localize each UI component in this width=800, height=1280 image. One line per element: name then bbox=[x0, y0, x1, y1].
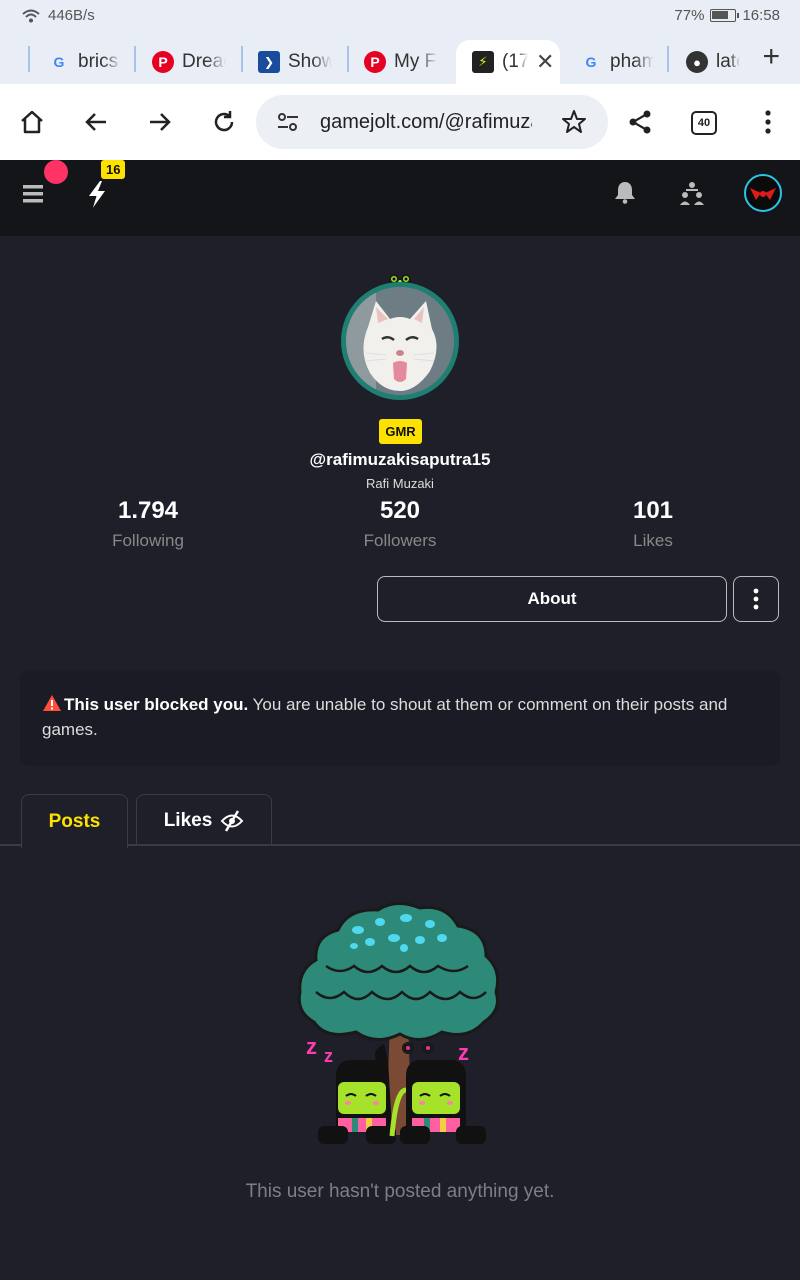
browser-tab[interactable]: P Dreac bbox=[134, 40, 242, 84]
tab-title: Dreac bbox=[182, 51, 226, 72]
google-icon: G bbox=[585, 54, 597, 70]
more-vertical-icon bbox=[753, 588, 759, 610]
close-tab-icon[interactable]: ✕ bbox=[536, 49, 554, 75]
profile-display-name: Rafi Muzaki bbox=[366, 476, 434, 491]
sleeping-characters-illustration: z z z bbox=[297, 902, 500, 1144]
google-icon: G bbox=[53, 54, 65, 70]
bookmark-star-icon[interactable] bbox=[561, 109, 587, 135]
bell-icon[interactable] bbox=[614, 180, 636, 204]
tab-title: brics bbox=[78, 51, 119, 72]
address-bar[interactable]: gamejolt.com/@rafimuzakisaputra15 bbox=[256, 95, 608, 149]
tab-posts[interactable]: Posts bbox=[21, 794, 128, 848]
hamburger-menu-icon[interactable] bbox=[22, 183, 44, 205]
user-avatar[interactable] bbox=[744, 174, 782, 212]
globe-icon: ● bbox=[686, 51, 708, 73]
stat-likes[interactable]: 101 Likes bbox=[553, 497, 753, 551]
new-tab-button[interactable]: + bbox=[762, 42, 780, 72]
browser-toolbar: gamejolt.com/@rafimuzakisaputra15 40 bbox=[0, 84, 800, 160]
stat-followers[interactable]: 520 Followers bbox=[300, 497, 500, 551]
back-icon[interactable] bbox=[78, 104, 114, 140]
tab-title: pham bbox=[610, 51, 654, 72]
stat-value: 520 bbox=[379, 497, 421, 524]
profile-avatar[interactable] bbox=[341, 282, 459, 400]
network-speed: 446B/s bbox=[48, 7, 95, 24]
blocked-notice-title: This user blocked you. bbox=[64, 695, 249, 714]
pinterest-icon: P bbox=[364, 51, 386, 73]
browser-tab[interactable]: P My Fe bbox=[346, 40, 454, 84]
content-tabs: Posts Likes bbox=[0, 794, 800, 848]
tab-title: late bbox=[716, 51, 740, 72]
status-bar: 446B/s 77% 16:58 bbox=[0, 0, 800, 32]
stat-label: Followers bbox=[363, 531, 437, 550]
stat-value: 1.794 bbox=[117, 497, 179, 524]
browser-tab-active[interactable]: ⚡ (17 ✕ bbox=[456, 40, 560, 84]
url-text: gamejolt.com/@rafimuzakisaputra15 bbox=[320, 111, 532, 133]
gamejolt-logo-icon[interactable] bbox=[84, 180, 110, 210]
notification-dot bbox=[44, 160, 68, 184]
about-button[interactable]: About bbox=[377, 576, 727, 622]
cat-avatar-image bbox=[346, 287, 454, 395]
tab-switcher-button[interactable]: 40 bbox=[691, 111, 717, 135]
svg-text:z: z bbox=[458, 1040, 469, 1065]
warning-icon bbox=[43, 695, 61, 711]
tab-likes-label: Likes bbox=[163, 809, 213, 831]
stat-following[interactable]: 1.794 Following bbox=[48, 497, 248, 551]
battery-percent: 77% bbox=[674, 7, 705, 24]
tab-title: (17 bbox=[502, 51, 528, 72]
gamejolt-icon: ⚡ bbox=[472, 51, 494, 73]
stat-label: Following bbox=[112, 531, 184, 550]
share-icon[interactable] bbox=[622, 104, 658, 140]
browser-tab[interactable]: ❯ Show bbox=[240, 40, 348, 84]
pinterest-icon: P bbox=[152, 51, 174, 73]
tab-posts-label: Posts bbox=[48, 810, 101, 832]
profile-username: @rafimuzakisaputra15 bbox=[309, 450, 491, 469]
menu-kebab-icon[interactable] bbox=[750, 104, 786, 140]
app-header: 16 bbox=[0, 160, 800, 236]
battery-icon bbox=[710, 9, 740, 22]
clock: 16:58 bbox=[742, 7, 780, 24]
tab-strip: G brics P Dreac ❯ Show P My Fe ⚡ (17 ✕ G… bbox=[0, 32, 800, 84]
svg-text:z: z bbox=[324, 1046, 333, 1066]
reload-icon[interactable] bbox=[206, 104, 242, 140]
profile-more-options-button[interactable] bbox=[733, 576, 779, 622]
wifi-icon bbox=[22, 9, 40, 22]
browser-tab[interactable]: G brics bbox=[30, 40, 134, 84]
gmr-badge: GMR bbox=[379, 419, 422, 444]
site-settings-icon[interactable] bbox=[276, 111, 300, 133]
empty-state-message: This user hasn't posted anything yet. bbox=[245, 1181, 555, 1202]
forward-icon[interactable] bbox=[142, 104, 178, 140]
svg-text:z: z bbox=[306, 1034, 317, 1059]
browser-tab[interactable]: ● late bbox=[668, 40, 740, 84]
eye-hidden-icon bbox=[220, 809, 244, 832]
friends-icon[interactable] bbox=[679, 180, 705, 206]
blocked-notice: This user blocked you. You are unable to… bbox=[20, 670, 780, 766]
notification-count-badge: 16 bbox=[101, 160, 126, 179]
tab-title: My Fe bbox=[394, 51, 438, 72]
stat-value: 101 bbox=[632, 497, 674, 524]
tab-likes[interactable]: Likes bbox=[136, 794, 272, 846]
tab-title: Show bbox=[288, 51, 332, 72]
browser-tab[interactable]: G pham bbox=[562, 40, 666, 84]
stat-label: Likes bbox=[633, 531, 673, 550]
app-icon: ❯ bbox=[258, 51, 280, 73]
home-icon[interactable] bbox=[14, 104, 50, 140]
